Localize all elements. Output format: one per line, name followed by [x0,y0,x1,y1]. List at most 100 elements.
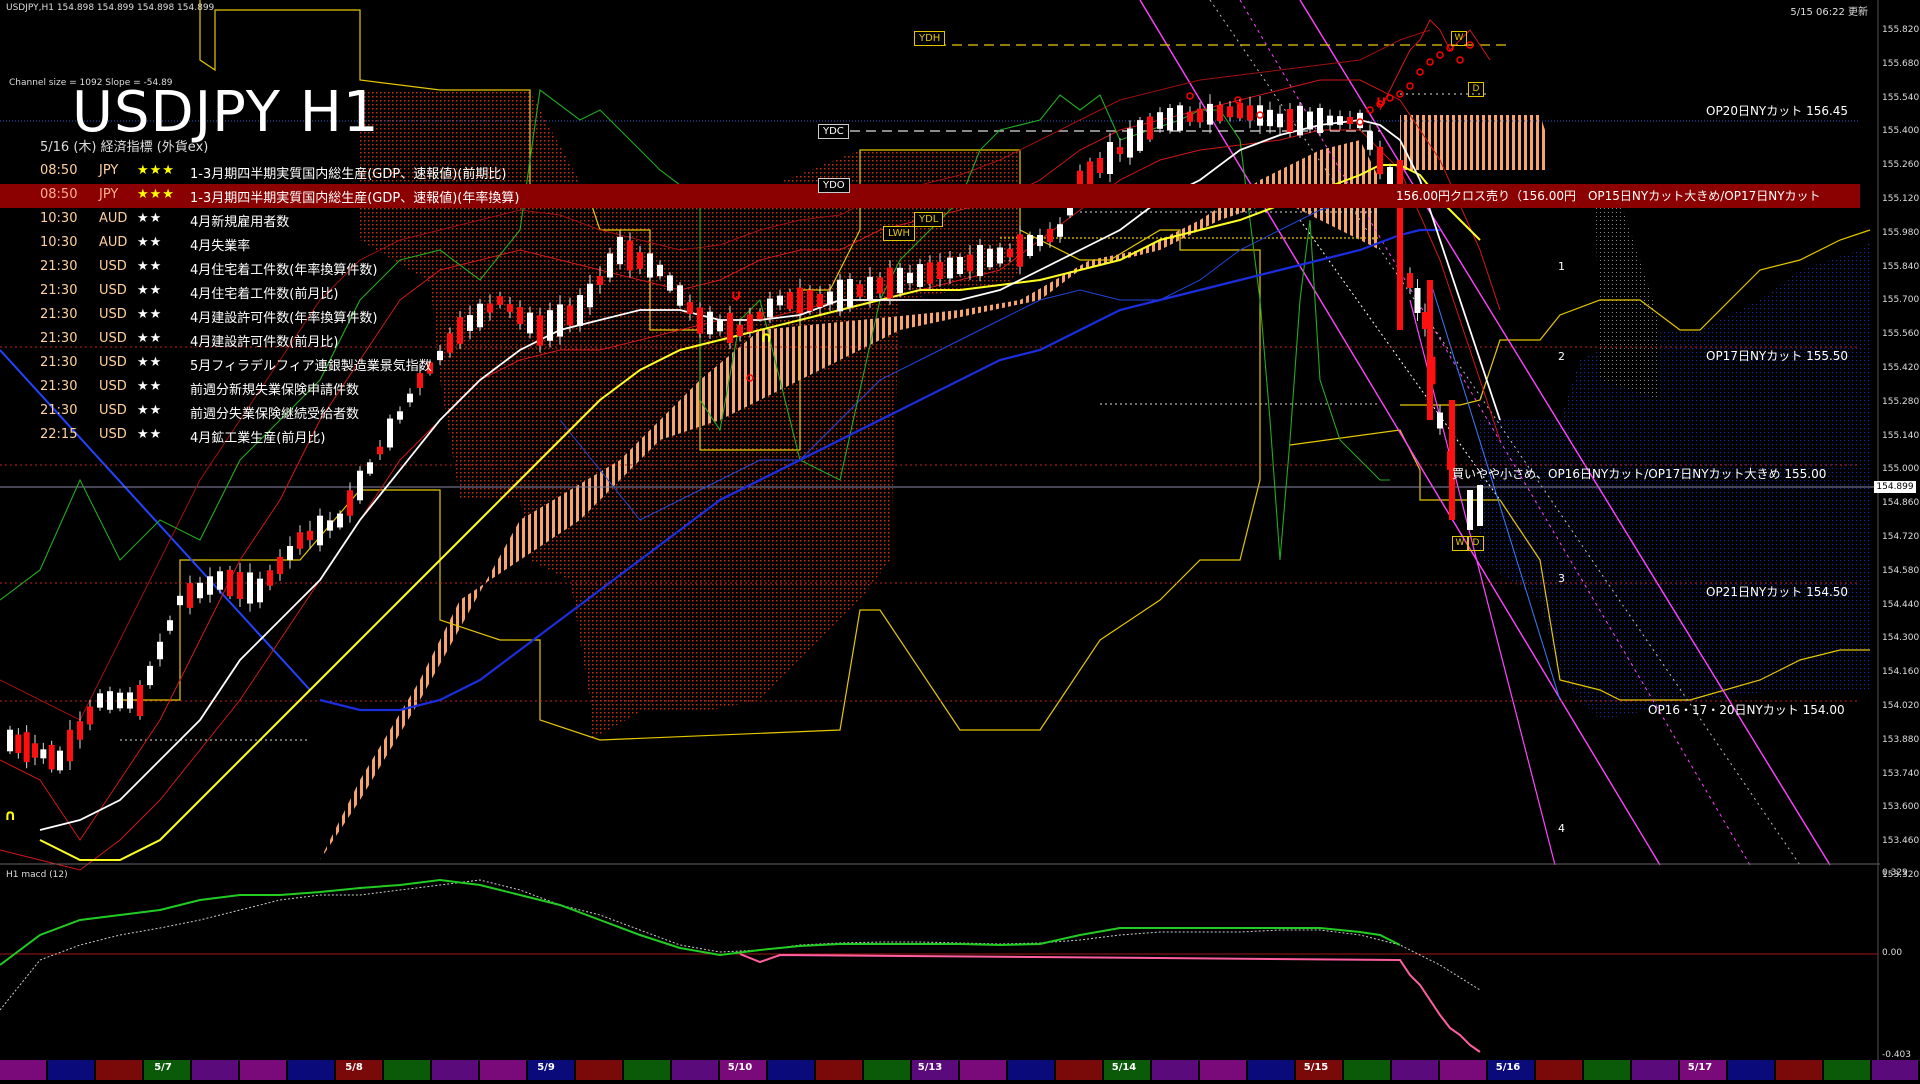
candle-up[interactable] [127,692,133,709]
candle-up[interactable] [327,520,333,531]
event-importance: ★★ [137,307,163,322]
ny-cut-label-2: OP17日NYカット 155.50 [1706,349,1849,363]
candle-down[interactable] [137,684,143,717]
sell-signal-icon-2: ∪ [1375,92,1388,110]
candle-up[interactable] [147,665,153,686]
price-tick: 155.400 [1882,126,1920,137]
wave-3: 3 [1558,572,1565,585]
session-block [0,1060,46,1080]
candle-up[interactable] [217,571,223,590]
candle-down[interactable] [1237,102,1243,119]
candle-down[interactable] [23,732,30,763]
price-tick: 155.980 [1882,227,1920,238]
wave-2: 2 [1558,350,1565,363]
candle-down[interactable] [1117,146,1123,155]
candle-up[interactable] [1317,107,1323,134]
candle-down[interactable] [1227,106,1233,118]
candle-up[interactable] [1277,113,1283,128]
session-block [1728,1060,1774,1080]
candle-up[interactable] [57,750,63,771]
session-block [1776,1060,1822,1080]
candle-up[interactable] [247,572,253,604]
candle-down[interactable] [267,570,273,586]
event-row: 22:15 USD ★★ 4月鉱工業生産(前月比) [0,424,1860,448]
candle-up[interactable] [1257,105,1263,126]
candle-down[interactable] [237,572,243,599]
candle-up[interactable] [1137,120,1143,151]
event-time: 21:30 [40,331,78,346]
candle-down[interactable] [187,583,193,608]
candle-up[interactable] [287,546,293,560]
candle-down[interactable] [32,743,38,758]
candle-down[interactable] [1217,104,1223,122]
candle-up[interactable] [7,729,13,752]
candle-up[interactable] [107,691,113,710]
event-description: 前週分失業保険継続受給者数 [190,407,360,422]
chart-canvas[interactable]: USDJPY,H1 154.898 154.899 154.898 154.89… [0,0,1920,1080]
candle-up[interactable] [367,462,373,474]
event-time: 21:30 [40,379,78,394]
candle-down[interactable] [1347,116,1353,125]
session-block [960,1060,1006,1080]
candle-down[interactable] [1147,116,1153,140]
price-tick: 153.600 [1882,802,1920,813]
candle-up[interactable] [40,749,47,759]
event-time: 21:30 [40,355,78,370]
session-block [576,1060,622,1080]
candle-down[interactable] [307,530,313,541]
candle-up[interactable] [1167,108,1173,131]
candle-down[interactable] [67,729,73,762]
candle-up[interactable] [357,470,363,501]
ny-cut-label-5: OP16・17・20日NYカット 154.00 [1648,703,1845,717]
candle-down[interactable] [1187,111,1193,122]
event-time: 08:50 [40,163,78,178]
candle-up[interactable] [1337,116,1343,125]
macd-line-neg [739,953,1481,1053]
candle-up[interactable] [1307,111,1313,130]
candle-down[interactable] [77,721,83,740]
price-tick: 154.300 [1882,633,1920,644]
candle-down[interactable] [87,706,93,725]
session-block [1872,1060,1918,1080]
candle-up[interactable] [317,515,323,546]
candle-up[interactable] [197,582,203,599]
candle-down[interactable] [227,569,233,597]
candle-down[interactable] [48,744,55,770]
candle-up[interactable] [207,576,213,595]
candle-down[interactable] [277,556,283,575]
macd-label: H1 macd (12) [6,870,68,880]
candle-up[interactable] [1327,115,1333,126]
macd-axis-zero: 0.00 [1882,948,1903,958]
price-tick: 153.460 [1882,836,1920,847]
candle-up[interactable] [157,641,163,660]
candle-up[interactable] [177,595,183,606]
candle-up[interactable] [167,620,173,631]
candle-up[interactable] [1477,485,1483,526]
candle-up[interactable] [337,513,343,528]
event-importance: ★★ [137,427,163,442]
candle-up[interactable] [1297,105,1303,136]
candle-down[interactable] [1287,109,1293,132]
candle-up[interactable] [1267,109,1273,127]
candle-down[interactable] [15,734,22,754]
candle-down[interactable] [1197,108,1203,123]
candle-down[interactable] [347,490,353,516]
candle-up[interactable] [1177,105,1183,131]
event-time: 10:30 [40,211,78,226]
candle-up[interactable] [1367,131,1373,150]
candle-up[interactable] [97,693,103,708]
candle-up[interactable] [1127,128,1133,158]
candle-up[interactable] [257,578,263,603]
date-label: 5/7 [154,1062,172,1073]
candle-up[interactable] [1467,490,1473,530]
session-block [192,1060,238,1080]
candle-up[interactable] [1157,112,1163,129]
candle-up[interactable] [1207,103,1213,125]
event-description: 1-3月期四半期実質国内総生産(GDP、速報値)(前期比) [190,167,507,182]
candle-up[interactable] [117,692,123,709]
daily-high-marker: D [1468,82,1484,97]
candle-down[interactable] [297,532,303,549]
highlight-comment: 156.00円クロス売り（156.00円 OP15日NYカット大きめ/OP17日… [1396,189,1821,203]
candle-down[interactable] [1247,105,1253,121]
price-tick: 155.000 [1882,464,1920,475]
